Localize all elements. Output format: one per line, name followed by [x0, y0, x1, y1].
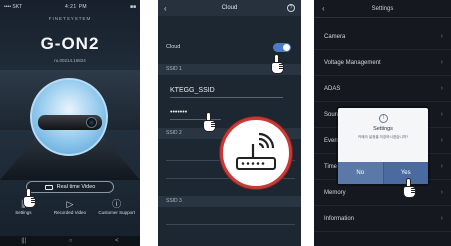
menu-item-label: Camera [324, 33, 346, 40]
ssid3-section-header: SSID 3 [158, 196, 301, 207]
dashcam-image [38, 115, 102, 130]
menu-item-camera[interactable]: Camera › [314, 24, 451, 50]
wifi-router-callout [220, 117, 292, 189]
dashcam-home-screen: •••• SKT 4:21 PM ■■ FINETSYSTEM G-ON2 ru… [0, 0, 140, 246]
no-button[interactable]: No [338, 162, 384, 184]
recents-button[interactable]: ||| [21, 238, 26, 244]
back-chevron-icon[interactable]: ‹ [322, 4, 325, 13]
dialog-message: 카메라 설정을 저장하시겠습니까? [357, 135, 409, 139]
device-settings-screen: ‹ Settings Camera › Voltage Management › A… [314, 0, 451, 246]
page-title: Cloud [221, 5, 238, 11]
carrier-text: •••• SKT [4, 4, 23, 10]
home-button[interactable]: ○ [69, 238, 73, 244]
menu-item-label: ADAS [324, 85, 341, 92]
android-nav-bar: ||| ○ < [0, 236, 140, 246]
wifi-router-icon [236, 132, 276, 170]
tap-hand-icon [270, 54, 284, 74]
chevron-right-icon: › [440, 59, 443, 66]
menu-item-adas[interactable]: ADAS › [314, 76, 451, 102]
help-circle-icon: ⓘ [112, 199, 122, 209]
status-bar: •••• SKT 4:21 PM ■■ [4, 3, 136, 11]
chevron-right-icon: › [440, 189, 443, 196]
menu-item-label: Information [324, 215, 355, 222]
battery-icon: ■■ [129, 4, 136, 10]
tap-hand-icon [402, 178, 416, 198]
nav-settings-label: Settings [15, 210, 32, 215]
clock-text: 4:21 PM [64, 4, 88, 10]
settings-header: ‹ Settings [314, 0, 451, 18]
nav-recorded-video-label: Recorded Video [53, 210, 87, 215]
page-title: Settings [371, 5, 394, 12]
divider [166, 224, 295, 225]
help-icon[interactable]: ? [287, 4, 295, 12]
play-icon: ▷ [66, 199, 74, 209]
bottom-nav: ⫼ Settings ▷ Recorded Video ⓘ Customer S… [0, 198, 140, 224]
cloud-toggle[interactable] [273, 43, 291, 52]
nav-customer-support-label: Customer Support [98, 210, 135, 215]
confirm-dialog: ! Settings 카메라 설정을 저장하시겠습니까? No Yes [338, 108, 428, 184]
menu-item-information[interactable]: Information › [314, 206, 451, 232]
info-icon: ! [379, 114, 388, 123]
back-chevron-icon[interactable]: ‹ [164, 4, 167, 13]
camera-lens-icon [86, 117, 97, 128]
cloud-header: ‹ Cloud ? [158, 0, 301, 16]
back-button[interactable]: < [115, 238, 119, 244]
chevron-right-icon: › [440, 163, 443, 170]
dialog-title: Settings [373, 126, 393, 132]
tap-hand-icon [22, 188, 36, 208]
menu-item-label: Voltage Management [324, 59, 381, 66]
chevron-right-icon: › [440, 111, 443, 118]
device-serial: ru.00214.16824 [54, 58, 86, 63]
cloud-settings-screen: ‹ Cloud ? Cloud SSID 1 KTEGG_SSID ••••••… [158, 0, 301, 246]
ssid-input[interactable]: KTEGG_SSID [170, 84, 283, 98]
chevron-right-icon: › [440, 137, 443, 144]
app-logo: G-ON2 [40, 34, 100, 53]
toggle-knob [283, 44, 290, 51]
tap-hand-icon [202, 112, 216, 132]
chevron-right-icon: › [440, 33, 443, 40]
menu-item-voltage[interactable]: Voltage Management › [314, 50, 451, 76]
realtime-video-label: Real time Video [56, 184, 96, 190]
chevron-right-icon: › [440, 215, 443, 222]
chevron-right-icon: › [440, 85, 443, 92]
menu-item-label: Time [324, 163, 338, 170]
menu-item-label: Memory [324, 189, 346, 196]
nav-customer-support[interactable]: ⓘ Customer Support [95, 198, 139, 224]
video-camera-icon [44, 184, 53, 190]
nav-recorded-video[interactable]: ▷ Recorded Video [48, 198, 92, 224]
brand-title: FINETSYSTEM [48, 16, 92, 21]
realtime-video-button[interactable]: Real time Video [26, 181, 114, 193]
